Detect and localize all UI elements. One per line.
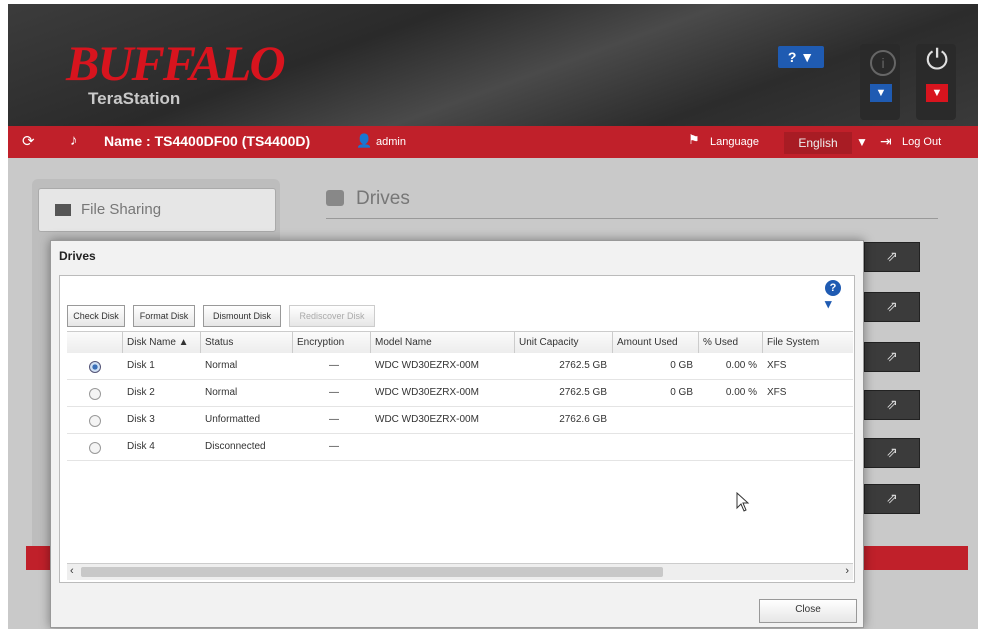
encryption-cell: —	[329, 441, 339, 452]
column-disk-name[interactable]: Disk Name ▲	[123, 332, 201, 354]
scroll-left-icon[interactable]: ‹	[70, 565, 74, 577]
brand-logo: BUFFALO	[66, 35, 286, 91]
user-icon: 👤	[356, 133, 373, 148]
open-external-button[interactable]: ⇗	[864, 390, 920, 420]
model-cell: WDC WD30EZRX-00M	[375, 387, 479, 398]
column-unit-capacity[interactable]: Unit Capacity	[515, 332, 613, 354]
capacity-cell: 2762.5 GB	[559, 387, 607, 398]
drives-dialog: Drives ? ▾ Check Disk Format Disk Dismou…	[50, 240, 864, 628]
help-button[interactable]: ? ▾	[825, 279, 851, 311]
status-cell: Unformatted	[205, 414, 261, 425]
chevron-down-icon[interactable]: ▼	[856, 135, 868, 149]
power-icon[interactable]: ⏻	[926, 44, 948, 77]
table-row[interactable]: Disk 2 Normal — WDC WD30EZRX-00M 2762.5 …	[67, 380, 853, 407]
open-external-button[interactable]: ⇗	[864, 484, 920, 514]
filesystem-cell	[763, 407, 853, 433]
format-disk-button[interactable]: Format Disk	[133, 305, 195, 327]
check-disk-button[interactable]: Check Disk	[67, 305, 125, 327]
disk-name-cell: Disk 1	[127, 360, 155, 371]
status-cell: Normal	[205, 360, 238, 371]
logout-icon[interactable]: ⇥	[880, 133, 892, 150]
table-header: Disk Name ▲ Status Encryption Model Name…	[67, 331, 853, 355]
drive-icon	[326, 190, 344, 206]
used-cell	[613, 407, 699, 433]
encryption-cell: —	[329, 414, 339, 425]
help-icon: ?	[825, 280, 841, 296]
row-select-radio[interactable]	[89, 388, 101, 400]
user-name: admin	[376, 136, 406, 148]
scroll-right-icon[interactable]: ›	[845, 565, 849, 577]
refresh-icon[interactable]: ⟳	[22, 132, 35, 150]
model-cell: WDC WD30EZRX-00M	[375, 414, 479, 425]
help-menu-button[interactable]: ? ▼	[778, 46, 824, 68]
column-model-name[interactable]: Model Name	[371, 332, 515, 354]
mouse-cursor-icon	[736, 492, 750, 512]
table-row[interactable]: Disk 1 Normal — WDC WD30EZRX-00M 2762.5 …	[67, 353, 853, 380]
percent-cell	[699, 407, 763, 433]
capacity-cell: 2762.6 GB	[559, 414, 607, 425]
row-select-radio[interactable]	[89, 442, 101, 454]
disk-name-cell: Disk 4	[127, 441, 155, 452]
rediscover-disk-button[interactable]: Rediscover Disk	[289, 305, 375, 327]
sidebar-item-label: File Sharing	[81, 201, 162, 218]
dismount-disk-button[interactable]: Dismount Disk	[203, 305, 281, 327]
power-dropdown-button[interactable]: ▼	[926, 84, 948, 102]
sound-icon[interactable]: ♪	[70, 132, 78, 149]
open-external-button[interactable]: ⇗	[864, 438, 920, 468]
info-icon[interactable]: i	[870, 50, 896, 76]
column-encryption[interactable]: Encryption	[293, 332, 371, 354]
capacity-cell	[515, 434, 613, 460]
disk-name-cell: Disk 3	[127, 414, 155, 425]
used-cell: 0 GB	[670, 387, 693, 398]
info-dropdown-button[interactable]: ▼	[870, 84, 892, 102]
filesystem-cell	[763, 434, 853, 460]
open-external-button[interactable]: ⇗	[864, 242, 920, 272]
filesystem-cell: XFS	[767, 387, 787, 398]
select-column-header	[67, 332, 123, 354]
filesystem-cell: XFS	[767, 360, 787, 371]
device-name: Name : TS4400DF00 (TS4400D)	[104, 133, 311, 149]
capacity-cell: 2762.5 GB	[559, 360, 607, 371]
column-percent-used[interactable]: % Used	[699, 332, 763, 354]
scrollbar-thumb[interactable]	[81, 567, 663, 577]
horizontal-scrollbar[interactable]: ‹ ›	[67, 563, 853, 580]
percent-cell: 0.00 %	[725, 387, 757, 398]
dialog-title: Drives	[59, 249, 96, 263]
table-row[interactable]: Disk 3 Unformatted — WDC WD30EZRX-00M 27…	[67, 407, 853, 434]
model-cell	[371, 434, 515, 460]
language-select[interactable]: English	[784, 132, 852, 154]
language-icon: ⚑	[688, 132, 700, 147]
product-name: TeraStation	[88, 89, 181, 108]
column-status[interactable]: Status	[201, 332, 293, 354]
encryption-cell: —	[329, 360, 339, 371]
language-label: Language	[710, 136, 759, 148]
folder-icon	[55, 204, 71, 216]
row-select-radio[interactable]	[89, 361, 101, 373]
model-cell: WDC WD30EZRX-00M	[375, 360, 479, 371]
app-window: BUFFALO TeraStation ? ▼ i ⏻ ▼ ▼ ⟳ ♪ Name…	[8, 4, 978, 629]
column-file-system[interactable]: File System	[763, 332, 853, 354]
logout-link[interactable]: Log Out	[902, 136, 941, 148]
header: BUFFALO TeraStation ? ▼ i ⏻ ▼ ▼	[8, 4, 978, 126]
table-row[interactable]: Disk 4 Disconnected —	[67, 434, 853, 461]
disk-name-cell: Disk 2	[127, 387, 155, 398]
used-cell: 0 GB	[670, 360, 693, 371]
percent-cell: 0.00 %	[725, 360, 757, 371]
used-cell	[613, 434, 699, 460]
divider	[326, 218, 938, 219]
sidebar-item-file-sharing[interactable]: File Sharing	[38, 188, 276, 232]
page-title: Drives	[326, 188, 410, 210]
percent-cell	[699, 434, 763, 460]
open-external-button[interactable]: ⇗	[864, 292, 920, 322]
close-button[interactable]: Close	[759, 599, 857, 623]
encryption-cell: —	[329, 387, 339, 398]
column-amount-used[interactable]: Amount Used	[613, 332, 699, 354]
open-external-button[interactable]: ⇗	[864, 342, 920, 372]
status-cell: Normal	[205, 387, 238, 398]
status-cell: Disconnected	[205, 441, 266, 452]
row-select-radio[interactable]	[89, 415, 101, 427]
